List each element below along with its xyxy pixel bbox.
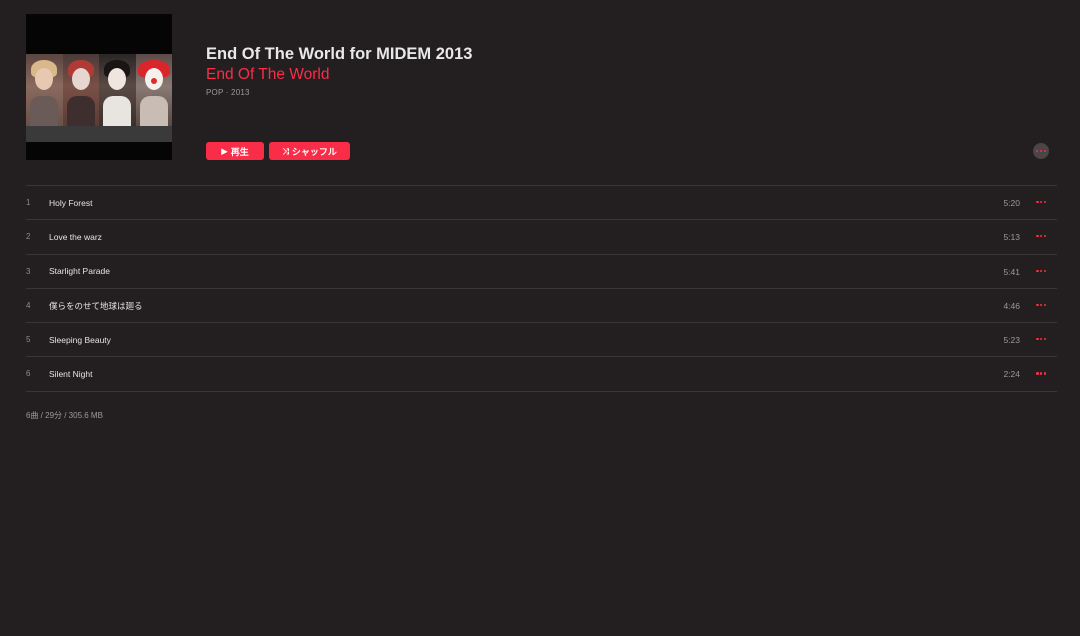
track-title: Love the warz xyxy=(49,231,102,242)
track-duration: 4:46 xyxy=(1003,300,1020,311)
track-number: 6 xyxy=(26,369,31,379)
track-number: 2 xyxy=(26,232,31,242)
genre-year-label: POP · 2013 xyxy=(206,88,250,97)
artwork-panel xyxy=(99,54,136,126)
track-row[interactable]: 4 僕らをのせて地球は廻る 4:46 xyxy=(26,289,1057,324)
track-number: 3 xyxy=(26,266,31,276)
track-row[interactable]: 1 Holy Forest 5:20 xyxy=(26,186,1057,221)
album-artwork-photo xyxy=(26,54,172,126)
shuffle-button-label: シャッフル xyxy=(291,146,337,157)
ellipsis-icon xyxy=(1036,149,1046,153)
ellipsis-icon[interactable] xyxy=(1036,372,1046,375)
track-title: Holy Forest xyxy=(49,197,93,208)
ellipsis-icon[interactable] xyxy=(1036,338,1046,341)
track-row[interactable]: 3 Starlight Parade 5:41 xyxy=(26,255,1057,289)
track-row[interactable]: 6 Silent Night 2:24 xyxy=(26,357,1057,392)
ellipsis-icon[interactable] xyxy=(1036,303,1046,307)
track-number: 1 xyxy=(26,198,31,207)
play-button[interactable]: ▶ 再生 xyxy=(206,142,264,160)
album-page: End Of The World for MIDEM 2013 End Of T… xyxy=(0,0,1080,636)
track-list: 1 Holy Forest 5:20 2 Love the warz 5:13 … xyxy=(26,185,1057,392)
artist-link[interactable]: End Of The World xyxy=(206,66,330,84)
track-number: 5 xyxy=(26,335,31,345)
album-title: End Of The World for MIDEM 2013 xyxy=(206,45,473,63)
track-number: 4 xyxy=(26,300,31,310)
album-summary: 6曲 / 29分 / 305.6 MB xyxy=(26,411,103,420)
shuffle-button[interactable]: ⤨ シャッフル xyxy=(269,142,350,160)
track-row[interactable]: 5 Sleeping Beauty 5:23 xyxy=(26,323,1057,358)
track-duration: 2:24 xyxy=(1003,369,1020,380)
track-title: Sleeping Beauty xyxy=(49,334,111,345)
track-title: 僕らをのせて地球は廻る xyxy=(49,301,143,312)
play-icon: ▶ xyxy=(221,145,228,156)
play-button-label: 再生 xyxy=(230,146,249,157)
track-title: Silent Night xyxy=(49,368,93,379)
ellipsis-icon[interactable] xyxy=(1036,201,1046,204)
artwork-panel xyxy=(26,54,63,126)
artwork-panel xyxy=(135,54,172,126)
album-more-button[interactable] xyxy=(1033,143,1049,159)
track-row[interactable]: 2 Love the warz 5:13 xyxy=(26,220,1057,255)
track-duration: 5:20 xyxy=(1003,198,1020,208)
album-artwork[interactable] xyxy=(26,14,172,160)
track-duration: 5:23 xyxy=(1003,335,1020,346)
track-duration: 5:41 xyxy=(1003,266,1020,277)
track-duration: 5:13 xyxy=(1003,232,1020,243)
artwork-panel xyxy=(62,54,99,126)
artwork-band xyxy=(26,126,172,142)
shuffle-icon: ⤨ xyxy=(282,145,289,156)
ellipsis-icon[interactable] xyxy=(1036,269,1046,272)
track-title: Starlight Parade xyxy=(49,266,110,277)
ellipsis-icon[interactable] xyxy=(1036,235,1046,238)
